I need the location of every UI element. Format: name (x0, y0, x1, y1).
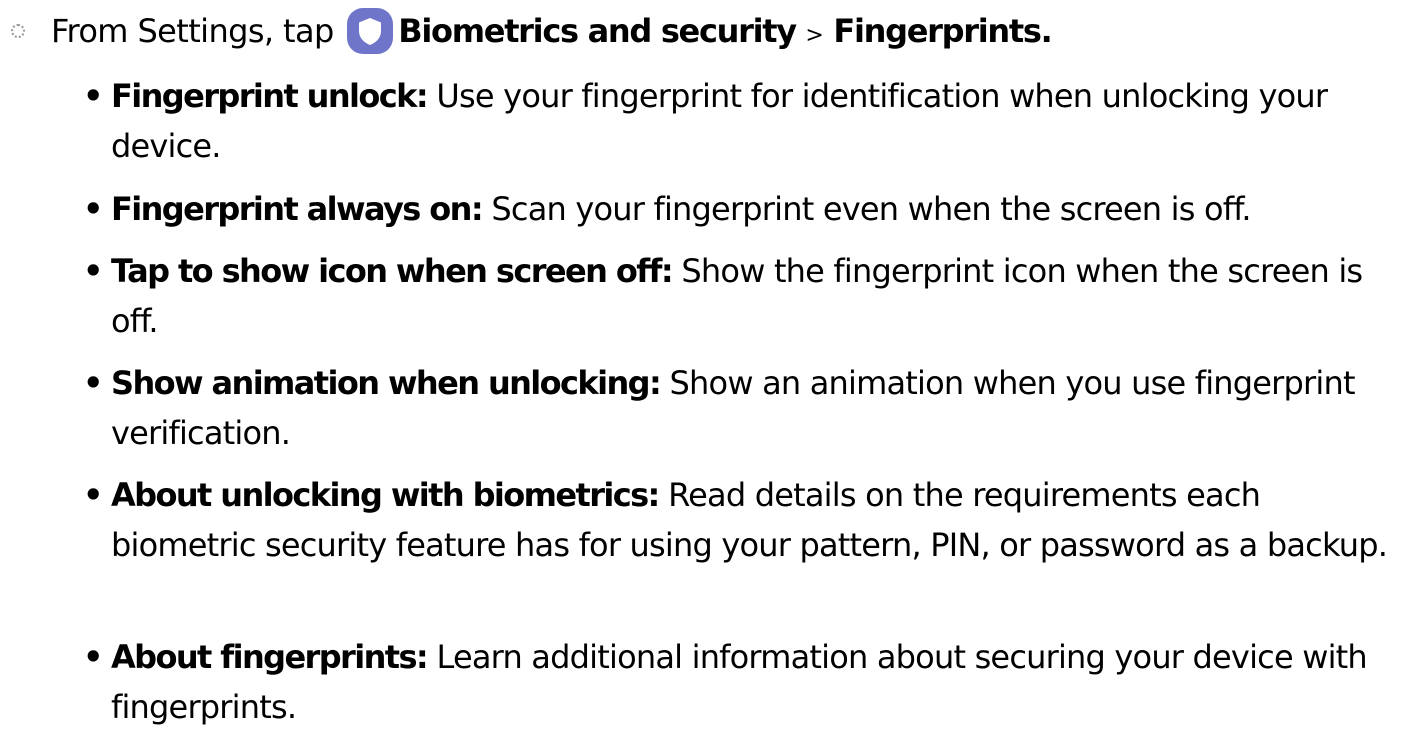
list-item: • Fingerprint always on: Scan your finge… (83, 184, 1411, 234)
bullet: • (83, 190, 104, 228)
list-item: • Show animation when unlocking: Show an… (83, 358, 1411, 458)
list-item: • About unlocking with biometrics: Read … (83, 470, 1411, 570)
menu-biometrics-and-security: Biometrics and security (398, 12, 797, 50)
list-item: • Fingerprint unlock: Use your fingerpri… (83, 71, 1411, 171)
menu-fingerprints: Fingerprints. (833, 12, 1052, 50)
option-term: About fingerprints: (111, 638, 429, 676)
bullet: • (83, 252, 104, 290)
option-term: Fingerprint always on: (111, 190, 484, 228)
bullet: • (83, 476, 104, 514)
step-marker-icon (11, 24, 25, 38)
step-text: From Settings, tap Biometrics and securi… (51, 7, 1053, 55)
step-intro: From Settings, tap (51, 12, 334, 50)
option-term: Tap to show icon when screen off: (111, 252, 674, 290)
shield-icon (346, 7, 394, 55)
option-term: Show animation when unlocking: (111, 364, 662, 402)
list-item: • Tap to show icon when screen off: Show… (83, 246, 1411, 346)
option-description: Scan your fingerprint even when the scre… (491, 190, 1251, 228)
bullet: • (83, 77, 104, 115)
bullet: • (83, 364, 104, 402)
breadcrumb-separator: > (805, 23, 824, 48)
step-instruction: From Settings, tap Biometrics and securi… (0, 0, 1425, 62)
list-item: • About fingerprints: Learn additional i… (83, 632, 1411, 732)
option-term: Fingerprint unlock: (111, 77, 429, 115)
option-term: About unlocking with biometrics: (111, 476, 660, 514)
bullet: • (83, 638, 104, 676)
